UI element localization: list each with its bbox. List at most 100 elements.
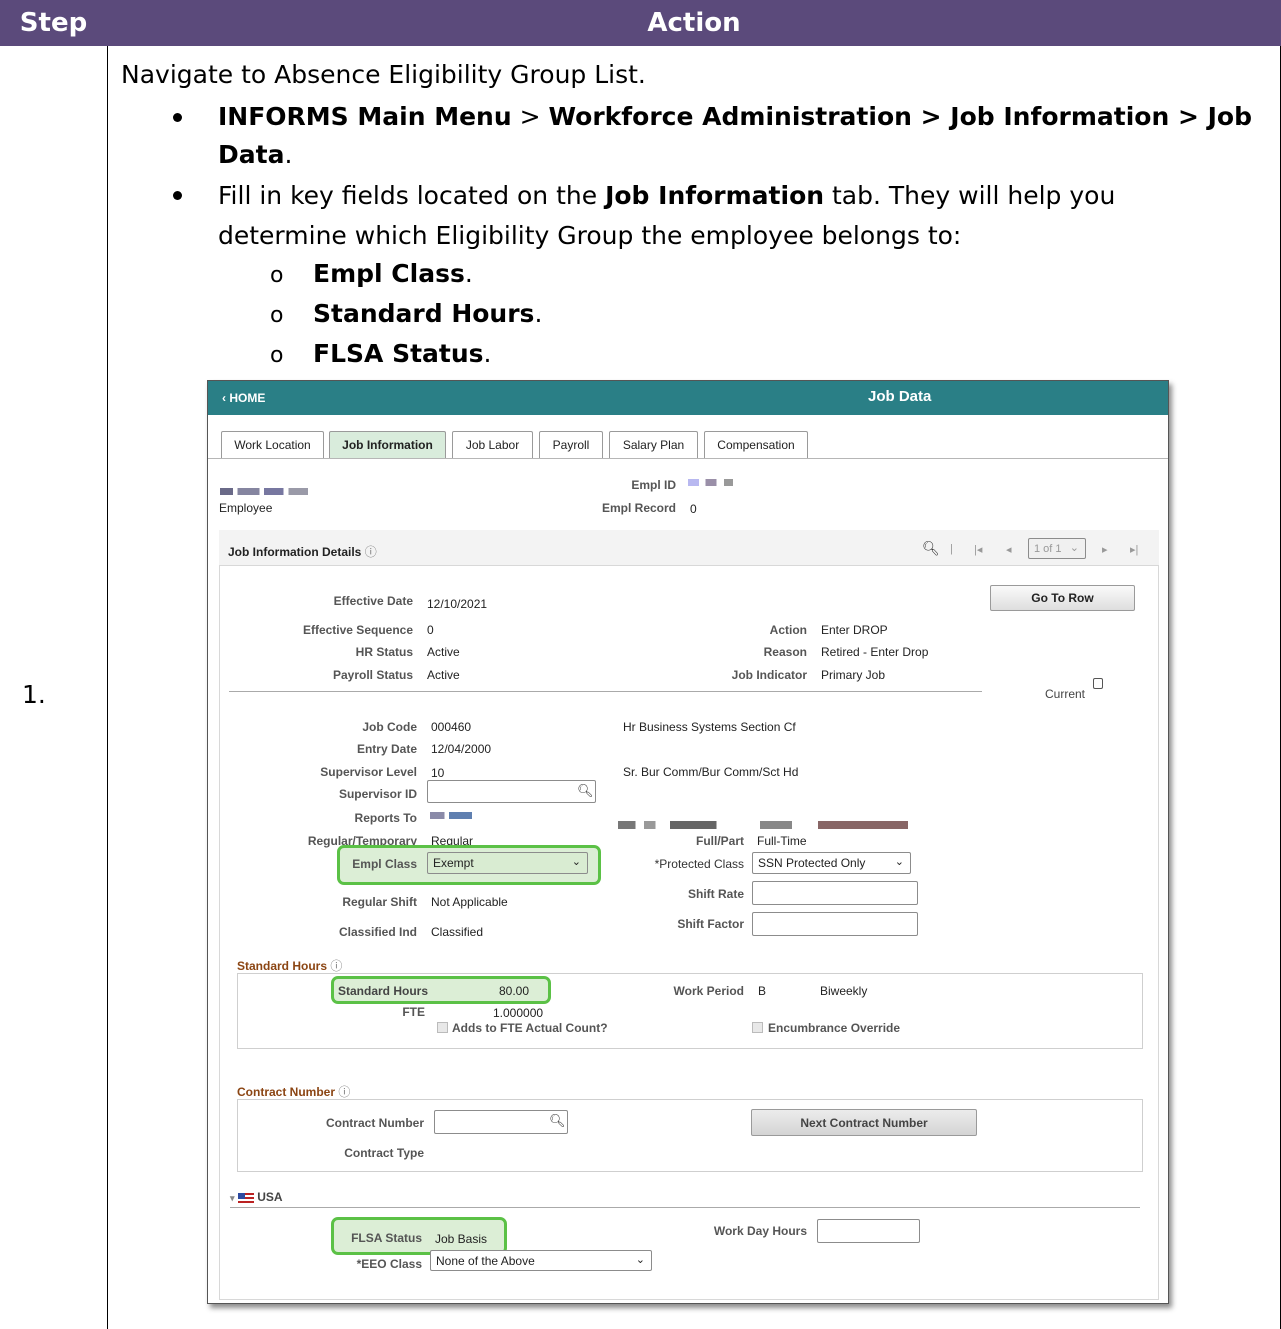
usa-section-toggle[interactable]: ▾ USA: [230, 1190, 283, 1204]
step-column-header: Step: [0, 0, 107, 46]
effective-date-label: Effective Date: [333, 594, 413, 608]
search-icon[interactable]: 🔍︎: [577, 783, 594, 799]
encumbrance-override-checkbox[interactable]: [752, 1022, 763, 1033]
nav-path-end: Data: [218, 140, 285, 169]
nav-period: .: [284, 140, 293, 169]
first-row-icon[interactable]: |◂: [974, 543, 982, 556]
chevron-down-icon: ⌄: [894, 856, 904, 868]
chevron-down-icon: ⌄: [1069, 542, 1079, 554]
collapse-icon: ▾: [230, 1193, 235, 1203]
eeo-class-value: None of the Above: [436, 1253, 535, 1268]
tab-payroll[interactable]: Payroll: [539, 431, 603, 458]
full-part-label: Full/Part: [695, 834, 744, 848]
effective-sequence-label: Effective Sequence: [302, 623, 413, 637]
protected-class-select[interactable]: SSN Protected Only ⌄: [752, 852, 911, 874]
previous-row-icon[interactable]: ◂: [1006, 543, 1012, 556]
contract-number-section: Contract Number ⓘ: [237, 1083, 350, 1100]
entry-date-value: 12/04/2000: [431, 742, 492, 756]
divider: [229, 691, 982, 692]
shift-factor-label: Shift Factor: [677, 917, 744, 931]
shift-rate-label: Shift Rate: [687, 887, 744, 901]
effective-date-value: 12/10/2021: [427, 597, 488, 611]
bullet-marker: [173, 113, 182, 122]
step-number: 1.: [22, 680, 46, 709]
job-code-label: Job Code: [362, 720, 417, 734]
classified-ind-label: Classified Ind: [338, 925, 417, 939]
column-divider: [107, 46, 108, 1329]
bullet-2-line-1: Fill in key fields located on the Job In…: [218, 177, 1115, 215]
home-link[interactable]: ‹ HOME: [222, 391, 265, 405]
help-icon[interactable]: ⓘ: [330, 959, 342, 973]
sub-bullet-standard-hours: Standard Hours.: [313, 295, 542, 333]
work-day-hours-input[interactable]: [817, 1219, 920, 1243]
help-icon[interactable]: ⓘ: [338, 1085, 350, 1099]
usa-divider: [230, 1207, 1140, 1208]
separator: |: [950, 543, 953, 555]
details-title-text: Job Information Details: [228, 545, 362, 559]
protected-class-label: *Protected Class: [654, 857, 744, 871]
chevron-down-icon: ⌄: [635, 1254, 645, 1266]
header-bar: ‹ HOME Job Data: [208, 381, 1168, 415]
supervisor-level-label: Supervisor Level: [320, 765, 417, 779]
search-icon[interactable]: 🔍︎: [549, 1113, 566, 1129]
next-contract-number-button[interactable]: Next Contract Number: [751, 1109, 977, 1136]
hr-status-label: HR Status: [355, 645, 413, 659]
row-pager[interactable]: 1 of 1 ⌄: [1028, 538, 1086, 559]
sub-bullet-marker: o: [270, 263, 284, 288]
action-value: Enter DROP: [821, 623, 888, 637]
sub-bullet-bold: Empl Class: [313, 259, 465, 288]
usa-heading: USA: [257, 1190, 283, 1204]
fte-value: 1.000000: [493, 1006, 544, 1020]
job-code-value: 000460: [431, 720, 472, 734]
regular-shift-label: Regular Shift: [342, 895, 417, 909]
last-row-icon[interactable]: ▸|: [1130, 543, 1138, 556]
next-row-icon[interactable]: ▸: [1102, 543, 1108, 556]
sub-bullet-bold: Standard Hours: [313, 299, 535, 328]
nav-path: Workforce Administration > Job Informati…: [548, 102, 1252, 131]
nav-separator: >: [511, 102, 549, 131]
page-title: Job Data: [868, 388, 932, 405]
contract-number-input[interactable]: [434, 1110, 568, 1134]
hr-status-value: Active: [427, 645, 460, 659]
work-day-hours-label: Work Day Hours: [713, 1224, 807, 1238]
entry-date-label: Entry Date: [356, 742, 417, 756]
supervisor-level-value: 10: [431, 766, 445, 780]
classified-ind-value: Classified: [431, 925, 484, 939]
tab-salary-plan[interactable]: Salary Plan: [609, 431, 698, 458]
adds-fte-checkbox[interactable]: [437, 1022, 448, 1033]
contract-number-heading: Contract Number: [237, 1085, 336, 1099]
employee-label: Employee: [219, 501, 273, 515]
search-icon[interactable]: 🔍︎: [922, 540, 940, 557]
contract-type-label: Contract Type: [344, 1146, 424, 1160]
shift-rate-input[interactable]: [752, 881, 918, 905]
go-to-row-button[interactable]: Go To Row: [990, 585, 1135, 611]
standard-hours-label: Standard Hours: [338, 984, 429, 998]
standard-hours-heading: Standard Hours: [237, 959, 328, 973]
contract-number-panel: [237, 1099, 1143, 1172]
tab-compensation[interactable]: Compensation: [704, 431, 808, 458]
bullet-2-text: Fill in key fields located on the: [218, 181, 606, 210]
tab-job-labor[interactable]: Job Labor: [452, 431, 533, 458]
regular-shift-value: Not Applicable: [431, 895, 508, 909]
standard-hours-value: 80.00: [499, 984, 530, 998]
details-title: Job Information Details ⓘ: [228, 543, 377, 560]
job-indicator-label: Job Indicator: [731, 668, 807, 682]
tab-work-location[interactable]: Work Location: [221, 431, 324, 458]
reports-to-label: Reports To: [354, 811, 417, 825]
empl-class-select[interactable]: Exempt ⌄: [427, 852, 588, 874]
sub-bullet-marker: o: [270, 303, 284, 328]
redacted-employee-name: [220, 488, 308, 495]
fte-label: FTE: [402, 1005, 425, 1019]
eeo-class-select[interactable]: None of the Above ⌄: [430, 1250, 652, 1271]
shift-factor-input[interactable]: [752, 912, 918, 936]
us-flag-icon: [237, 1192, 254, 1203]
job-data-screenshot: ‹ HOME Job Data Work Location Job Inform…: [207, 380, 1169, 1304]
eeo-class-label: *EEO Class: [356, 1257, 422, 1271]
help-icon[interactable]: ⓘ: [365, 545, 377, 559]
supervisor-id-input[interactable]: [427, 780, 596, 803]
tab-job-information[interactable]: Job Information: [329, 431, 446, 458]
reason-label: Reason: [763, 645, 807, 659]
supervisor-id-label: Supervisor ID: [338, 787, 417, 801]
supervisor-level-description: Sr. Bur Comm/Bur Comm/Sct Hd: [623, 765, 799, 779]
sub-bullet-bold: FLSA Status: [313, 339, 484, 368]
